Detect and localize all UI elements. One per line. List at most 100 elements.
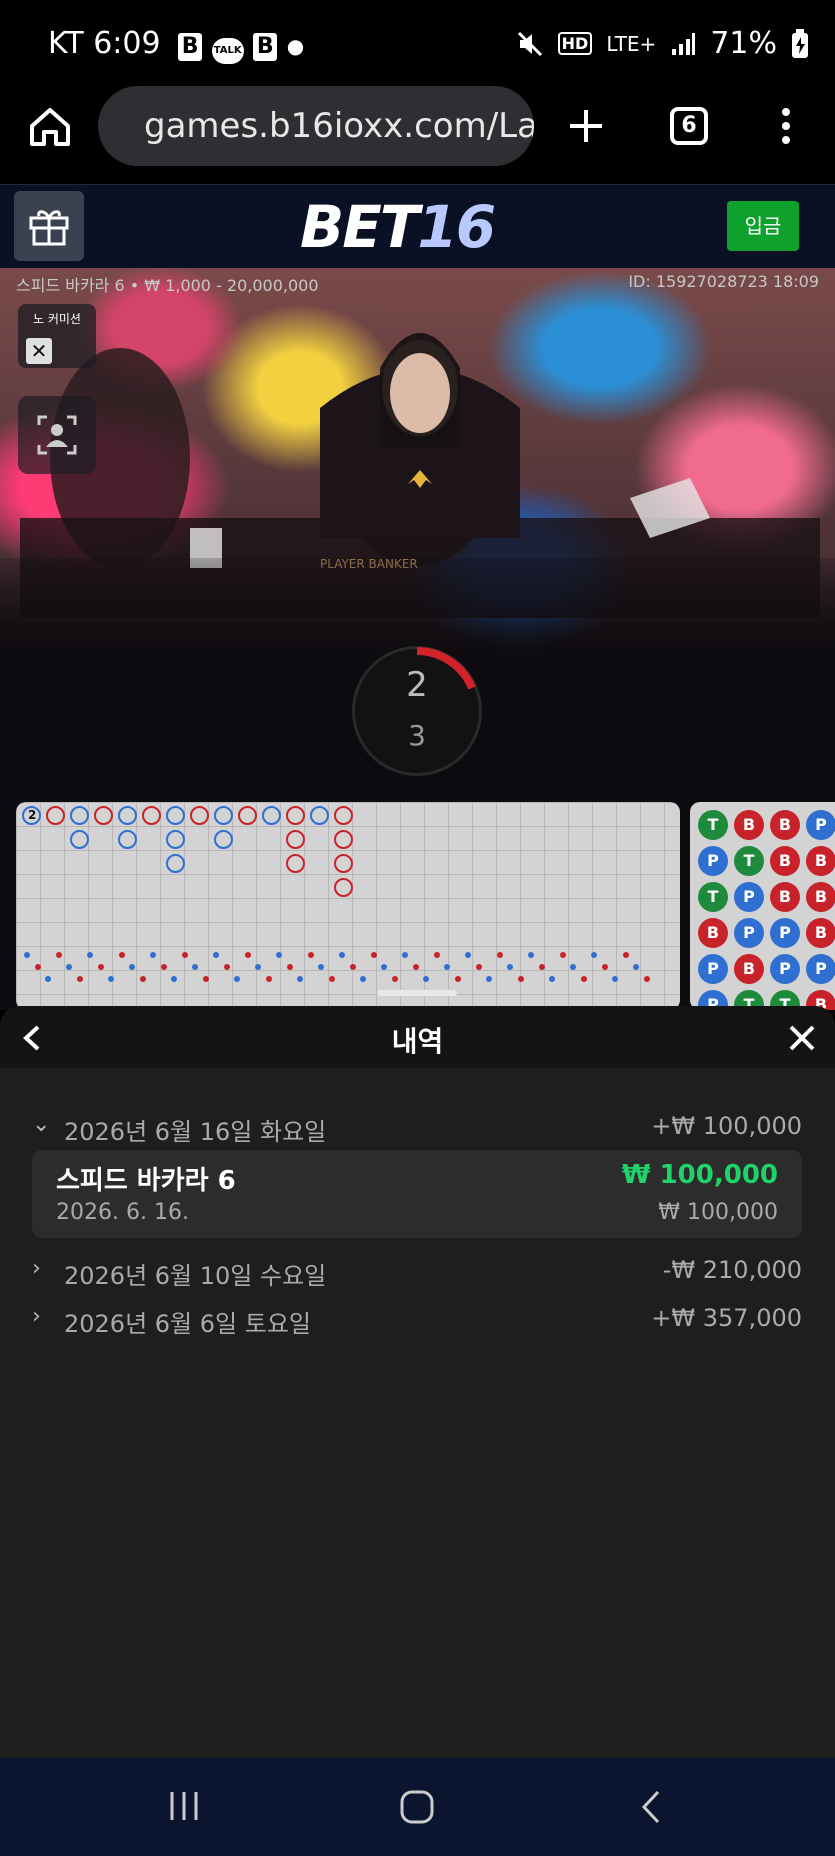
gift-icon xyxy=(29,210,69,246)
derived-road-dot xyxy=(213,952,219,958)
big-road-mark xyxy=(214,806,233,825)
bead-road-mark: P xyxy=(806,810,835,840)
more-menu-icon[interactable] xyxy=(776,106,796,146)
derived-road-dot xyxy=(580,976,587,982)
site-logo[interactable]: BET16 xyxy=(300,193,496,261)
bead-road-mark: B xyxy=(770,882,800,912)
bead-road-mark: P xyxy=(770,918,800,948)
derived-road-dot xyxy=(622,952,629,958)
big-road-mark xyxy=(334,878,353,897)
big-road-board[interactable]: 2 xyxy=(16,802,680,1010)
timer-next: 3 xyxy=(408,719,426,752)
derived-road-dot xyxy=(538,964,545,970)
notification-dot-icon: ● xyxy=(286,34,305,58)
new-tab-icon[interactable] xyxy=(566,106,606,146)
big-road-mark xyxy=(166,854,185,873)
bead-road-mark: P xyxy=(806,954,835,984)
home-nav-icon[interactable] xyxy=(398,1788,436,1826)
big-road-mark xyxy=(334,830,353,849)
derived-road-dot xyxy=(55,952,62,958)
big-road-mark xyxy=(214,830,233,849)
bead-road-mark: P xyxy=(698,846,728,876)
battery-percent: 71% xyxy=(710,26,777,61)
derived-road-dot xyxy=(381,964,387,970)
close-icon[interactable] xyxy=(788,1024,816,1052)
big-road-mark xyxy=(286,806,305,825)
derived-road-dot xyxy=(496,952,503,958)
big-road-mark xyxy=(118,830,137,849)
drag-handle[interactable] xyxy=(377,990,457,996)
derived-road-dot xyxy=(349,964,356,970)
derived-road-dot xyxy=(87,952,93,958)
bead-road-mark: B xyxy=(734,810,764,840)
live-video-stream: 스피드 바카라 6 • ₩ 1,000 - 20,000,000 ID: 159… xyxy=(0,268,835,802)
derived-road-dot xyxy=(391,976,398,982)
derived-road-dot xyxy=(423,976,429,982)
road-maps: 2 TBBPPTBBTPBBBPPBPBPPPTTB xyxy=(0,802,835,1010)
history-group-row[interactable]: › 2026년 6월 10일 수요일 -₩ 210,000 xyxy=(32,1256,802,1292)
history-group-row[interactable]: ⌄ 2026년 6월 16일 화요일 +₩ 100,000 xyxy=(32,1112,802,1148)
group-date: 2026년 6월 16일 화요일 xyxy=(64,1118,327,1146)
derived-road-dot xyxy=(643,976,650,982)
camera-toggle-button[interactable] xyxy=(18,396,96,474)
derived-road-dot xyxy=(255,964,261,970)
entry-bet-amount: ₩ 100,000 xyxy=(658,1200,778,1225)
history-entry[interactable]: 스피드 바카라 6 2026. 6. 16. ₩ 100,000 ₩ 100,0… xyxy=(32,1150,802,1238)
chevron-right-icon: › xyxy=(32,1256,41,1281)
close-icon[interactable]: ✕ xyxy=(26,338,52,364)
address-bar[interactable]: games.b16ioxx.com/La xyxy=(98,86,534,166)
derived-road-dot xyxy=(307,952,314,958)
bead-road-board[interactable]: TBBPPTBBTPBBBPPBPBPPPTTB xyxy=(690,802,835,1010)
derived-road-dot xyxy=(475,964,482,970)
big-road-mark xyxy=(334,854,353,873)
big-road-mark xyxy=(118,806,137,825)
gift-button[interactable] xyxy=(14,191,84,261)
derived-road-dot xyxy=(601,964,608,970)
timer-seconds: 2 xyxy=(406,665,428,705)
recent-apps-icon[interactable] xyxy=(166,1788,202,1824)
history-group-row[interactable]: › 2026년 6월 6일 토요일 +₩ 357,000 xyxy=(32,1304,802,1340)
bead-road-mark: B xyxy=(806,846,835,876)
big-road-mark xyxy=(166,830,185,849)
derived-road-dot xyxy=(265,976,272,982)
back-nav-icon[interactable] xyxy=(636,1788,666,1826)
derived-road-dot xyxy=(402,952,408,958)
bead-road-mark: B xyxy=(806,918,835,948)
big-road-mark xyxy=(70,830,89,849)
big-road-mark xyxy=(46,806,65,825)
derived-road-dot xyxy=(570,964,576,970)
bead-road-mark: P xyxy=(734,882,764,912)
derived-road-dot xyxy=(66,964,72,970)
battery-icon xyxy=(792,28,808,58)
big-road-mark xyxy=(286,830,305,849)
derived-road-dot xyxy=(286,964,293,970)
derived-road-dot xyxy=(244,952,251,958)
bead-road-mark: P xyxy=(698,954,728,984)
big-road-mark xyxy=(238,806,257,825)
bead-road-mark: B xyxy=(770,810,800,840)
history-panel: 내역 ⌄ 2026년 6월 16일 화요일 +₩ 100,000 스피드 바카라… xyxy=(0,1006,835,1758)
url-text[interactable]: games.b16ioxx.com/La xyxy=(144,106,534,146)
home-icon[interactable] xyxy=(28,104,72,148)
deposit-button[interactable]: 입금 xyxy=(727,201,799,251)
no-commission-toggle[interactable]: 노 커미션 ✕ xyxy=(18,304,96,368)
bead-road-mark: P xyxy=(770,954,800,984)
derived-road-dot xyxy=(202,976,209,982)
derived-road-dot xyxy=(528,952,534,958)
kakaotalk-icon: TALK xyxy=(211,38,244,64)
derived-road-dot xyxy=(160,964,167,970)
derived-road-dot xyxy=(192,964,198,970)
derived-road-dot xyxy=(591,952,597,958)
derived-road-dot xyxy=(118,952,125,958)
site-header: BET16 입금 xyxy=(0,184,835,268)
derived-road-dot xyxy=(297,976,303,982)
entry-win-amount: ₩ 100,000 xyxy=(621,1160,778,1190)
countdown-timer: 2 3 xyxy=(352,646,482,776)
carrier-time: KT 6:09 B TALK B ● xyxy=(48,26,304,64)
group-amount: +₩ 100,000 xyxy=(651,1112,802,1140)
entry-game-name: 스피드 바카라 6 xyxy=(56,1166,236,1196)
big-road-mark xyxy=(166,806,185,825)
big-road-mark xyxy=(286,854,305,873)
tab-switcher-button[interactable]: 6 xyxy=(670,107,708,145)
derived-road-dot xyxy=(444,964,450,970)
